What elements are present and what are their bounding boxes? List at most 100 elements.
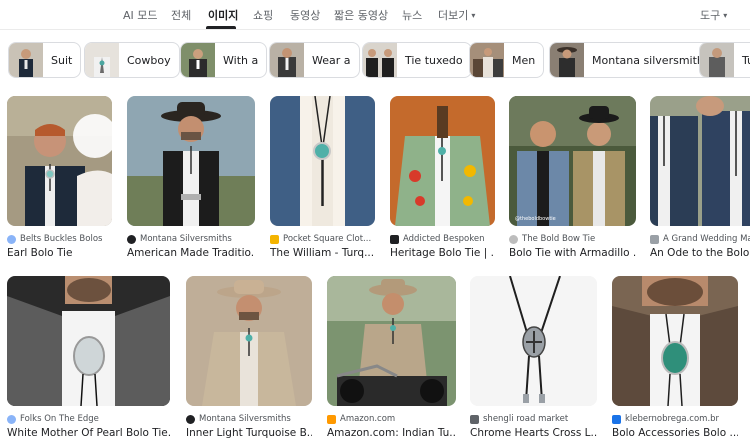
chip-label: Men [512, 53, 536, 67]
chip-suit[interactable]: Suit [8, 42, 82, 78]
chip-label: Tie tuxedo [405, 53, 463, 67]
result-thumbnail[interactable] [7, 96, 112, 226]
result-source[interactable]: Belts Buckles Bolos [7, 234, 112, 244]
result-title[interactable]: Chrome Hearts Cross L... [470, 427, 597, 439]
site-favicon-icon [390, 234, 399, 244]
result-source-name: Montana Silversmiths [199, 414, 291, 424]
result-source-name: Montana Silversmiths [140, 234, 232, 244]
result-thumbnail[interactable]: @theboldbowtie [509, 96, 636, 226]
tab-images[interactable]: 이미지 [208, 7, 238, 23]
result-source-name: Addicted Bespoken [403, 234, 485, 244]
image-result-card[interactable]: @theboldbowtie The Bold Bow Tie Bolo Tie… [509, 96, 636, 261]
image-result-card[interactable]: Belts Buckles Bolos Earl Bolo Tie [7, 96, 112, 261]
chip-label: Wear a [312, 53, 351, 67]
tab-more-label: 더보기 [438, 9, 469, 22]
result-title[interactable]: Bolo Tie with Armadillo ... [509, 247, 636, 259]
tab-news[interactable]: 뉴스 [402, 7, 422, 23]
result-image [7, 96, 112, 226]
image-result-card[interactable]: Folks On The Edge White Mother Of Pearl … [7, 276, 170, 439]
result-thumbnail[interactable] [186, 276, 312, 406]
result-thumbnail[interactable] [612, 276, 738, 406]
site-favicon-icon [470, 414, 479, 424]
caret-down-icon: ▾ [723, 11, 728, 20]
result-title[interactable]: Earl Bolo Tie [7, 247, 112, 259]
site-favicon-icon [7, 414, 16, 424]
chip-men[interactable]: Men [469, 42, 545, 78]
site-favicon-icon [7, 234, 16, 244]
result-thumbnail[interactable] [270, 96, 375, 226]
tools-button[interactable]: 도구 ▾ [700, 7, 727, 23]
active-tab-indicator [206, 26, 236, 29]
chip-with-a[interactable]: With a [180, 42, 268, 78]
chip-tie-tuxedo[interactable]: Tie tuxedo [362, 42, 472, 78]
result-image [186, 276, 312, 406]
result-source[interactable]: Addicted Bespoken [390, 234, 495, 244]
result-thumbnail[interactable] [327, 276, 456, 406]
result-source[interactable]: Pocket Square Clot... [270, 234, 375, 244]
result-title[interactable]: American Made Traditio... [127, 247, 255, 259]
chip-label: Suit [51, 53, 73, 67]
result-title[interactable]: White Mother Of Pearl Bolo Tie... [7, 427, 170, 439]
result-source[interactable]: Amazon.com [327, 414, 456, 424]
result-thumbnail[interactable] [650, 96, 750, 226]
result-source-name: klebernobrega.com.br [625, 414, 720, 424]
image-result-card[interactable]: Addicted Bespoken Heritage Bolo Tie | ..… [390, 96, 495, 261]
image-result-card[interactable]: Montana Silversmiths Inner Light Turquoi… [186, 276, 312, 439]
result-source-name: Pocket Square Clot... [283, 234, 372, 244]
image-result-card[interactable]: Amazon.com Amazon.com: Indian Tu... [327, 276, 456, 439]
result-title[interactable]: Amazon.com: Indian Tu... [327, 427, 456, 439]
chip-cowboy[interactable]: Cowboy [84, 42, 180, 78]
result-source-name: shengli road market [483, 414, 569, 424]
chip-thumbnail [270, 43, 304, 77]
result-thumbnail[interactable] [127, 96, 255, 226]
chip-wear-a[interactable]: Wear a [269, 42, 360, 78]
result-source[interactable]: shengli road market [470, 414, 597, 424]
result-source[interactable]: The Bold Bow Tie [509, 234, 636, 244]
image-result-card[interactable]: shengli road market Chrome Hearts Cross … [470, 276, 597, 439]
tab-more[interactable]: 더보기 ▾ [438, 7, 475, 23]
chip-thumbnail [85, 43, 119, 77]
result-title[interactable]: An Ode to the Bolo Ti [650, 247, 750, 259]
tab-short-videos[interactable]: 짧은 동영상 [334, 7, 388, 23]
result-source-name: The Bold Bow Tie [522, 234, 596, 244]
result-source-name: Belts Buckles Bolos [20, 234, 103, 244]
result-image [127, 96, 255, 226]
tab-shopping[interactable]: 쇼핑 [253, 7, 273, 23]
chip-thumbnail [9, 43, 43, 77]
chip-thumbnail [700, 43, 734, 77]
result-thumbnail[interactable] [390, 96, 495, 226]
site-favicon-icon [650, 234, 659, 244]
result-source[interactable]: klebernobrega.com.br [612, 414, 738, 424]
image-result-card[interactable]: Pocket Square Clot... The William - Turq… [270, 96, 375, 261]
chip-label: Montana silversmith [592, 53, 704, 67]
result-source[interactable]: Montana Silversmiths [127, 234, 255, 244]
site-favicon-icon [186, 414, 195, 424]
result-source[interactable]: Montana Silversmiths [186, 414, 312, 424]
result-image [327, 276, 456, 406]
image-result-card[interactable]: klebernobrega.com.br Bolo Accessories Bo… [612, 276, 738, 439]
site-favicon-icon [509, 234, 518, 244]
result-source[interactable]: A Grand Wedding Ma [650, 234, 750, 244]
result-source[interactable]: Folks On The Edge [7, 414, 170, 424]
result-thumbnail[interactable] [7, 276, 170, 406]
image-result-card[interactable]: Montana Silversmiths American Made Tradi… [127, 96, 255, 261]
chip-montana-silversmith[interactable]: Montana silversmith [549, 42, 713, 78]
tab-ai-mode[interactable]: AI 모드 [123, 7, 158, 23]
result-image [390, 96, 495, 226]
tab-all[interactable]: 전체 [171, 7, 191, 23]
result-title[interactable]: The William - Turq... [270, 247, 375, 259]
result-image: @theboldbowtie [509, 96, 636, 226]
image-result-card[interactable]: A Grand Wedding Ma An Ode to the Bolo Ti [650, 96, 750, 261]
chip-tu[interactable]: Tu [699, 42, 750, 78]
tab-videos[interactable]: 동영상 [290, 7, 320, 23]
chip-label: With a [223, 53, 259, 67]
result-title[interactable]: Heritage Bolo Tie | ... [390, 247, 495, 259]
result-title[interactable]: Inner Light Turquoise B... [186, 427, 312, 439]
related-search-chips: Suit Cowboy With a Wear a Tie tuxedo Men… [0, 42, 750, 79]
result-image [470, 276, 597, 406]
site-favicon-icon [127, 234, 136, 244]
result-thumbnail[interactable] [470, 276, 597, 406]
result-title[interactable]: Bolo Accessories Bolo ... [612, 427, 738, 439]
chip-thumbnail [363, 43, 397, 77]
result-image [612, 276, 738, 406]
